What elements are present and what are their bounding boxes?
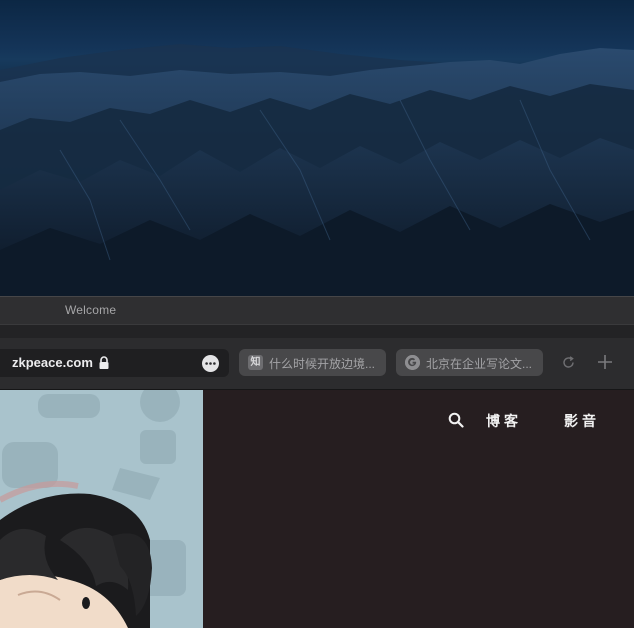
window-title: Welcome (65, 303, 117, 317)
search-icon[interactable] (448, 412, 464, 428)
window-title-bar: Welcome (0, 296, 634, 324)
address-bar[interactable]: zkpeace.com (0, 349, 229, 377)
nav-link-media[interactable]: 影音 (564, 411, 600, 431)
reload-icon[interactable] (561, 355, 576, 370)
tab-bar (0, 324, 634, 338)
hero-illustration (0, 390, 203, 628)
favorite-tab-zhihu[interactable]: 知 什么时候开放边境... (239, 349, 386, 376)
favorite-label: 什么时候开放边境... (269, 357, 376, 371)
plus-icon[interactable] (596, 353, 614, 371)
lock-icon (99, 356, 109, 369)
zhihu-icon: 知 (248, 355, 263, 370)
web-page: 博客 影音 (0, 390, 634, 628)
nav-link-blog[interactable]: 博客 (486, 411, 522, 431)
favorite-tab-google[interactable]: 北京在企业写论文... (396, 349, 543, 376)
address-url[interactable]: zkpeace.com (12, 355, 93, 370)
google-icon (405, 355, 420, 370)
desktop-wallpaper (0, 0, 634, 296)
more-icon[interactable] (202, 355, 219, 372)
browser-toolbar: zkpeace.com 知 什么时候开放边境... 北京在企业写论文... (0, 338, 634, 390)
favorite-label: 北京在企业写论文... (426, 357, 533, 371)
